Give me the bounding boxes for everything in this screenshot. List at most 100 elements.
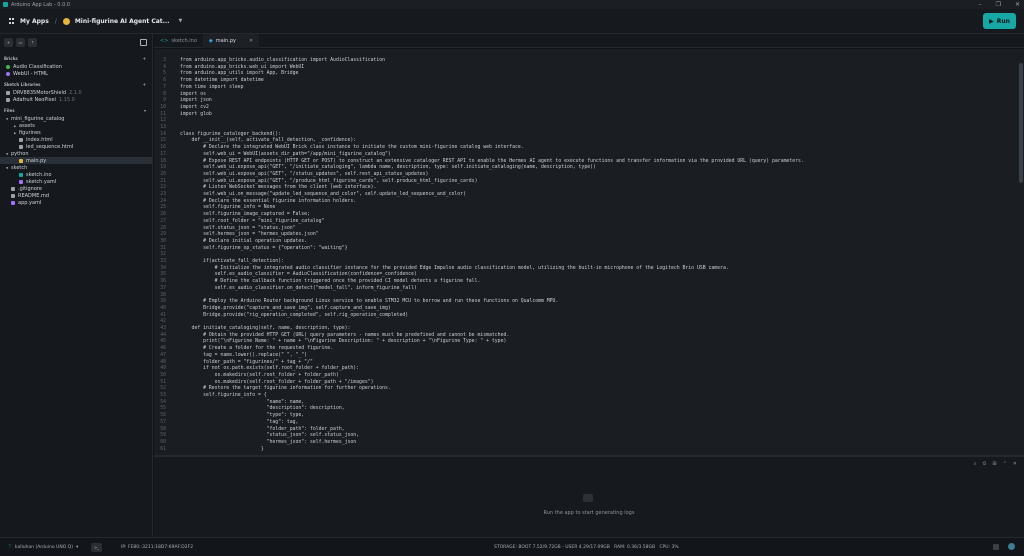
code-line: 61 } [154,447,1018,454]
line-number: 59 [160,433,166,439]
line-text: os.makedirs(self.root_folder + folder_pa… [180,379,374,385]
line-text: "type": type, [180,413,305,419]
libraries-section-header[interactable]: Sketch Libraries + [0,80,152,89]
grid-icon[interactable] [9,18,15,24]
terminal-button[interactable]: >_ [91,543,102,552]
line-text: # Initialize the integrated audio classi… [180,265,729,271]
file-icon [11,193,15,198]
code-line: 31 self.figurine_op_status = {"operation… [154,246,1018,253]
library-label: Adafruit NeoPixel [13,96,56,103]
run-button[interactable]: ▶ Run [983,13,1016,29]
folder-item[interactable]: ▼ python [0,150,152,157]
line-number: 16 [160,145,166,151]
files-menu-icon[interactable]: ▾ [144,108,146,113]
folder-item[interactable]: ▶ figurines [0,129,152,136]
close-icon[interactable]: ✕ [1015,0,1020,9]
add-library-icon[interactable]: + [143,82,146,87]
folder-item[interactable]: ▼ sketch [0,164,152,171]
window-controls: – ❐ ✕ [979,0,1020,9]
line-text: tag = name.lower().replace(" ", "_") [180,352,308,358]
line-text: from arduino.app_utils import App, Bridg… [180,71,299,77]
line-number: 49 [160,366,166,372]
code-line: 42 [154,319,1018,326]
code-editor[interactable]: 3 from arduino.app_bricks.audio_classific… [154,49,1024,455]
tab-label: sketch.ino [171,38,197,44]
upload-icon[interactable]: ⇡ [28,38,37,47]
app-emoji-icon [62,17,70,25]
code-line: 49 if not os.path.exists(self.root_folde… [154,366,1018,373]
line-text: "status_json": self.status_json, [180,433,360,439]
maximize-icon[interactable]: ❐ [996,0,1001,9]
file-item[interactable]: led_sequence.html [0,143,152,150]
file-icon [19,137,23,142]
line-text: print("\nFigurine Name: " + name + "\nFi… [180,339,507,345]
file-item[interactable]: app.yaml [0,199,152,206]
console-collapse-icon[interactable]: ⌃ [1003,461,1007,467]
files-section-header[interactable]: Files ▾ [0,106,152,115]
brick-label: Audio Classification [13,63,62,70]
file-item[interactable]: index.html [0,136,152,143]
line-text: # Define the callback function triggered… [180,279,481,285]
file-icon [11,186,15,191]
file-item[interactable]: sketch.ino [0,171,152,178]
code-line: 8 import os [154,92,1018,99]
file-item[interactable]: main.py [0,157,152,164]
code-line: 59 "status_json": self.status_json, [154,433,1018,440]
code-line: 19 self.web_ui.expose_api("GET", "/initi… [154,165,1018,172]
minimize-icon[interactable]: – [979,0,982,9]
collapse-sidebar-icon[interactable] [140,39,147,46]
brick-icon [6,71,10,76]
code-line: 30 # Declare initial operation updates. [154,239,1018,246]
close-tab-icon[interactable]: ✕ [249,38,253,44]
line-text: # Employ the Arduino Router background L… [180,299,559,305]
folder-item[interactable]: ▼ mini_figurine_catalog [0,115,152,122]
line-text: "tag": tag, [180,419,299,425]
account-icon[interactable] [1008,543,1015,550]
console-layout-icon[interactable]: ⊞ [992,461,996,467]
file-label: .gitignore [18,185,42,192]
line-number: 32 [160,252,166,258]
new-folder-icon[interactable]: ▭ [16,38,25,47]
line-text: self.figurine_op_status = {"operation": … [180,245,348,251]
line-text: # Declare the integrated WebUI Brick cla… [180,145,524,151]
file-item[interactable]: sketch.yaml [0,178,152,185]
new-file-icon[interactable]: + [4,38,13,47]
console-clock-icon[interactable]: ⏲ [982,461,986,467]
brick-item[interactable]: WebUI - HTML [0,70,152,77]
file-item[interactable]: .gitignore [0,185,152,192]
console-close-icon[interactable]: ✕ [1013,461,1017,467]
code-line: 7 from time import sleep [154,85,1018,92]
chevron-down-icon[interactable]: ▼ [178,18,182,24]
file-tree: ▼ mini_figurine_catalog ▶ assets ▶ figurines i… [0,115,152,206]
brick-item[interactable]: Audio Classification [0,63,152,70]
editor-scrollbar[interactable] [1019,63,1023,183]
board-selector[interactable]: ⊤ kalluhan (Arduino UNO Q) ▾ [8,545,78,550]
app-name[interactable]: Mini-figurine AI Agent Cat... [75,18,170,25]
folder-item[interactable]: ▶ assets [0,122,152,129]
file-icon [19,179,23,184]
line-text: "name": name, [180,399,305,405]
line-text: from arduino.app_bricks.web_ui import We… [180,64,305,70]
notifications-icon[interactable] [993,544,999,550]
breadcrumb-my-apps[interactable]: My Apps [20,18,49,25]
tab-sketch-ino[interactable]: <> sketch.ino [154,34,203,48]
line-number: 37 [160,285,166,291]
bricks-section-header[interactable]: Bricks + [0,54,152,63]
file-label: main.py [26,157,47,164]
code-line: 6 from datetime import datetime [154,78,1018,85]
code-line: 50 os.makedirs(self.root_folder + folder… [154,373,1018,380]
file-item[interactable]: README.md [0,192,152,199]
line-number: 52 [160,386,166,392]
library-item[interactable]: Adafruit NeoPixel 1.15.0 [0,96,152,103]
tab-label: main.py [215,38,236,44]
add-brick-icon[interactable]: + [143,56,146,61]
console-search-icon[interactable]: ⌕ [974,461,977,467]
line-number: 9 [163,98,166,104]
line-text: "description": description, [180,406,345,412]
line-number: 3 [163,58,166,63]
window-title: Arduino App Lab - 0.0.0 [11,1,71,8]
tab-main-py[interactable]: ◆ main.py ✕ [202,34,260,48]
code-line: 43 def initiate_cataloging(self, name, d… [154,326,1018,333]
library-item[interactable]: DRV8835MotorShield 2.1.0 [0,89,152,96]
code-line: 41 Bridge.provide("rig_operation_complet… [154,313,1018,320]
